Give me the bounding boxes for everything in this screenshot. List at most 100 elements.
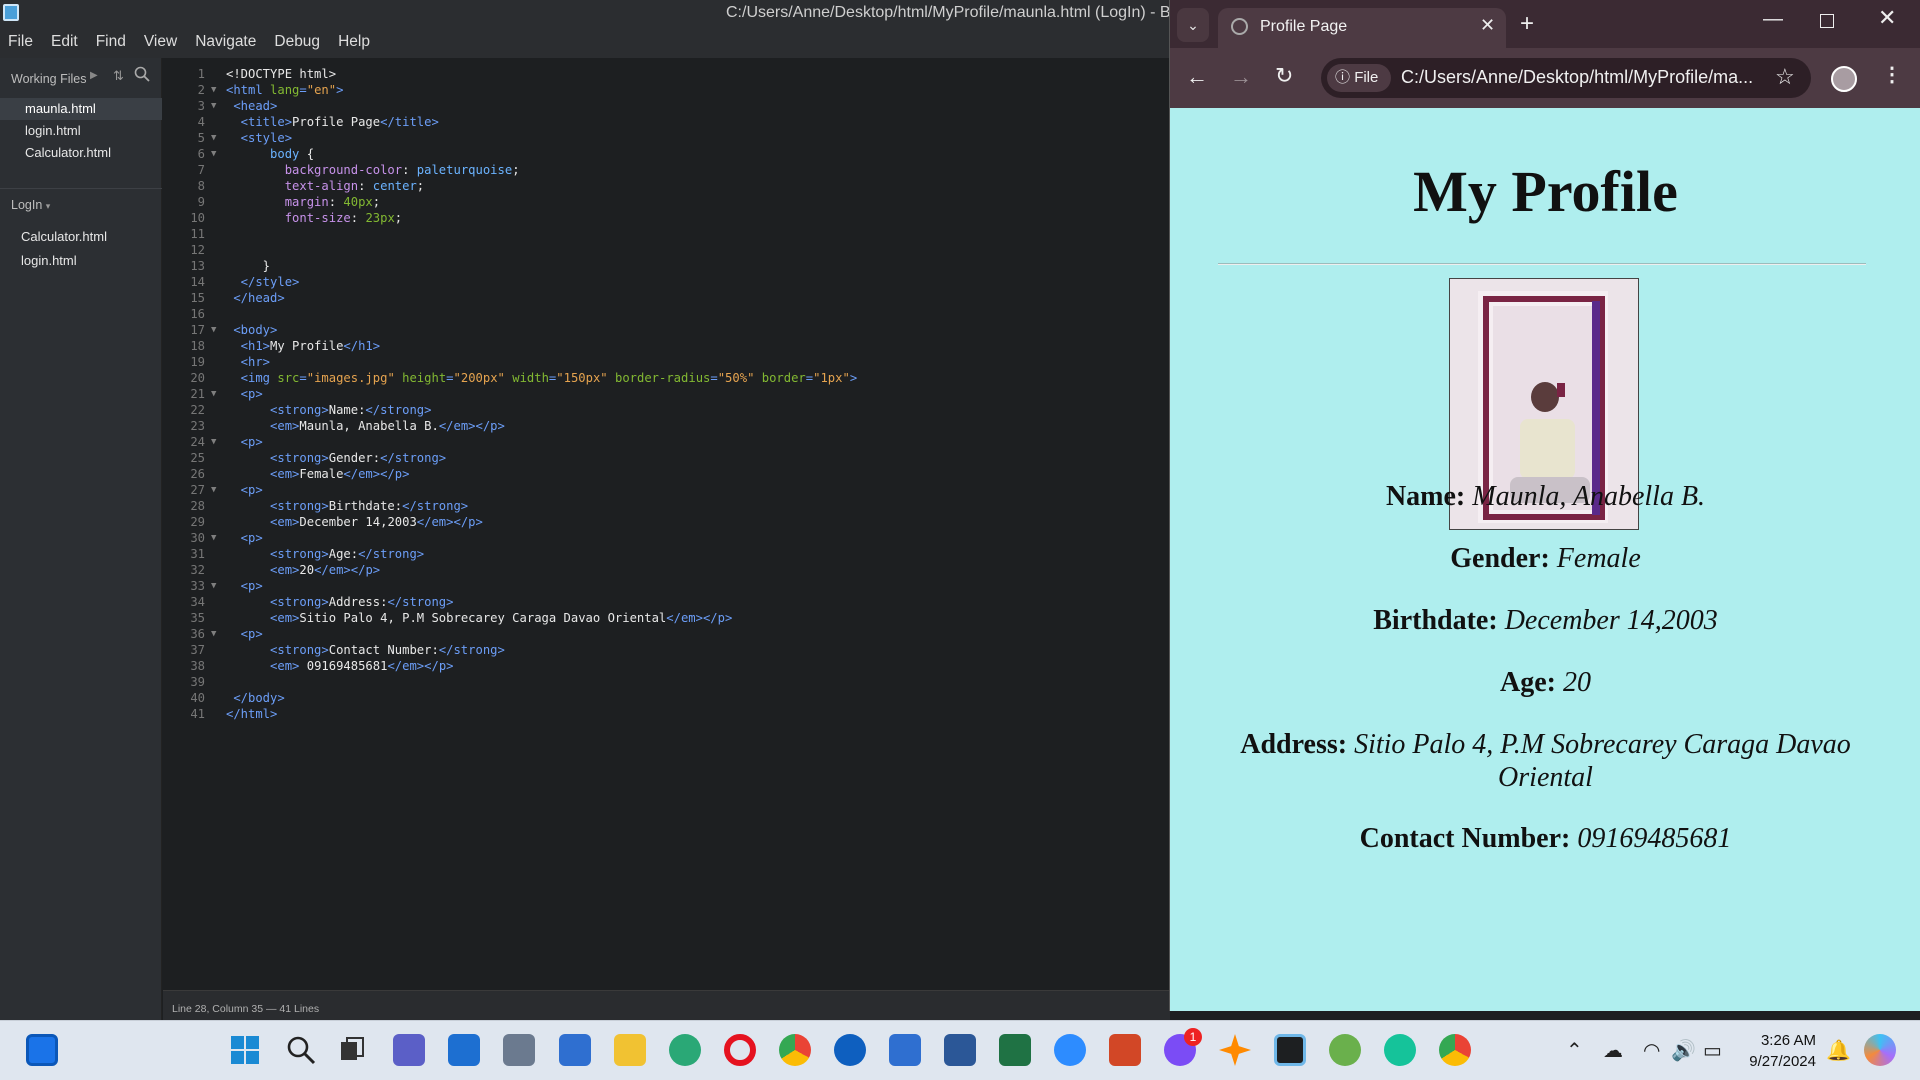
- working-file-item[interactable]: login.html: [0, 120, 162, 142]
- menu-debug[interactable]: Debug: [274, 33, 320, 51]
- edge-icon[interactable]: [669, 1034, 701, 1066]
- meet-icon[interactable]: [393, 1034, 425, 1066]
- wifi-icon[interactable]: ◠: [1643, 1038, 1660, 1063]
- start-icon[interactable]: [229, 1034, 261, 1066]
- code-line[interactable]: 41 </html>: [163, 706, 1170, 722]
- site-info-chip[interactable]: ⓘ File: [1327, 64, 1391, 92]
- word-icon[interactable]: [944, 1034, 976, 1066]
- sort-icon[interactable]: ⇅: [113, 68, 124, 84]
- fold-arrow-icon[interactable]: ▼: [211, 386, 216, 402]
- code-line[interactable]: 23 <em>Maunla, Anabella B.</em></p>: [163, 418, 1170, 434]
- close-tab-icon[interactable]: ✕: [1480, 15, 1495, 36]
- project-file-item[interactable]: login.html: [0, 250, 162, 272]
- code-line[interactable]: 10 font-size: 23px;: [163, 210, 1170, 226]
- menu-navigate[interactable]: Navigate: [195, 33, 256, 51]
- code-line[interactable]: 12: [163, 242, 1170, 258]
- code-line[interactable]: 15 </head>: [163, 290, 1170, 306]
- code-line[interactable]: 26 <em>Female</em></p>: [163, 466, 1170, 482]
- code-line[interactable]: 17 ▼ <body>: [163, 322, 1170, 338]
- code-line[interactable]: 4 <title>Profile Page</title>: [163, 114, 1170, 130]
- menu-file[interactable]: File: [8, 33, 33, 51]
- clock-time[interactable]: 3:26 AM: [1756, 1032, 1816, 1049]
- battery-icon[interactable]: ▭: [1703, 1038, 1722, 1063]
- code-line[interactable]: 30 ▼ <p>: [163, 530, 1170, 546]
- calculator-icon[interactable]: [503, 1034, 535, 1066]
- clock-date[interactable]: 9/27/2024: [1736, 1053, 1816, 1070]
- code-line[interactable]: 31 <strong>Age:</strong>: [163, 546, 1170, 562]
- code-line[interactable]: 3 ▼ <head>: [163, 98, 1170, 114]
- project-header[interactable]: LogIn ▾: [11, 198, 50, 212]
- fold-arrow-icon[interactable]: ▼: [211, 626, 216, 642]
- chevron-up-icon[interactable]: ⌃: [1566, 1038, 1583, 1063]
- code-line[interactable]: 21 ▼ <p>: [163, 386, 1170, 402]
- powerpoint-icon[interactable]: [1109, 1034, 1141, 1066]
- code-line[interactable]: 6 ▼ body {: [163, 146, 1170, 162]
- code-line[interactable]: 35 <em>Sitio Palo 4, P.M Sobrecarey Cara…: [163, 610, 1170, 626]
- fold-arrow-icon[interactable]: ▼: [211, 130, 216, 146]
- code-line[interactable]: 7 background-color: paleturquoise;: [163, 162, 1170, 178]
- menu-find[interactable]: Find: [96, 33, 126, 51]
- volume-icon[interactable]: 🔊: [1671, 1038, 1696, 1063]
- code-line[interactable]: 34 <strong>Address:</strong>: [163, 594, 1170, 610]
- code-line[interactable]: 11: [163, 226, 1170, 242]
- fold-arrow-icon[interactable]: ▼: [211, 82, 216, 98]
- app-star-icon[interactable]: [1219, 1034, 1251, 1066]
- project-file-item[interactable]: Calculator.html: [0, 226, 162, 248]
- code-line[interactable]: 1 <!DOCTYPE html>: [163, 66, 1170, 82]
- code-line[interactable]: 22 <strong>Name:</strong>: [163, 402, 1170, 418]
- vpn-icon[interactable]: [1329, 1034, 1361, 1066]
- fold-arrow-icon[interactable]: ▼: [211, 482, 216, 498]
- url-text[interactable]: C:/Users/Anne/Desktop/html/MyProfile/ma.…: [1401, 67, 1771, 88]
- search-icon[interactable]: [285, 1034, 317, 1066]
- search-icon[interactable]: [134, 66, 150, 82]
- brackets-icon[interactable]: [1274, 1034, 1306, 1066]
- chrome-icon[interactable]: [779, 1034, 811, 1066]
- code-line[interactable]: 29 <em>December 14,2003</em></p>: [163, 514, 1170, 530]
- mail-icon[interactable]: [889, 1034, 921, 1066]
- code-line[interactable]: 25 <strong>Gender:</strong>: [163, 450, 1170, 466]
- code-line[interactable]: 18 <h1>My Profile</h1>: [163, 338, 1170, 354]
- widgets-icon[interactable]: [26, 1034, 58, 1066]
- code-line[interactable]: 39: [163, 674, 1170, 690]
- code-line[interactable]: 16: [163, 306, 1170, 322]
- cloud-icon[interactable]: ☁: [1603, 1038, 1623, 1063]
- fold-arrow-icon[interactable]: ▼: [211, 146, 216, 162]
- forward-arrow-icon[interactable]: →: [1230, 64, 1252, 90]
- working-file-item[interactable]: Calculator.html: [0, 142, 162, 164]
- more-menu-icon[interactable]: ⋮: [1882, 62, 1902, 87]
- code-line[interactable]: 2 ▼ <html lang="en">: [163, 82, 1170, 98]
- store-icon[interactable]: [448, 1034, 480, 1066]
- notification-bell-icon[interactable]: 🔔: [1826, 1038, 1851, 1063]
- close-window-icon[interactable]: ✕: [1878, 5, 1896, 31]
- menu-view[interactable]: View: [144, 33, 177, 51]
- menu-edit[interactable]: Edit: [51, 33, 78, 51]
- fold-arrow-icon[interactable]: ▼: [211, 434, 216, 450]
- file-explorer-icon[interactable]: [614, 1034, 646, 1066]
- fold-arrow-icon[interactable]: ▼: [211, 530, 216, 546]
- fold-arrow-icon[interactable]: ▼: [211, 98, 216, 114]
- code-line[interactable]: 40 </body>: [163, 690, 1170, 706]
- code-line[interactable]: 14 </style>: [163, 274, 1170, 290]
- code-line[interactable]: 8 text-align: center;: [163, 178, 1170, 194]
- code-line[interactable]: 33 ▼ <p>: [163, 578, 1170, 594]
- maximize-icon[interactable]: [1820, 14, 1834, 28]
- excel-icon[interactable]: [999, 1034, 1031, 1066]
- working-file-item[interactable]: maunla.html: [0, 98, 162, 120]
- tab-search-chevron-icon[interactable]: ⌄: [1177, 8, 1209, 42]
- code-line[interactable]: 36 ▼ <p>: [163, 626, 1170, 642]
- code-line[interactable]: 13 }: [163, 258, 1170, 274]
- code-line[interactable]: 24 ▼ <p>: [163, 434, 1170, 450]
- bookmark-star-icon[interactable]: ☆: [1775, 64, 1795, 90]
- messenger-icon[interactable]: 1: [1164, 1028, 1202, 1066]
- notepad-icon[interactable]: [559, 1034, 591, 1066]
- profile-avatar[interactable]: [1831, 66, 1857, 92]
- new-tab-icon[interactable]: +: [1520, 10, 1534, 38]
- code-line[interactable]: 28 <strong>Birthdate:</strong>: [163, 498, 1170, 514]
- code-line[interactable]: 27 ▼ <p>: [163, 482, 1170, 498]
- address-bar[interactable]: ⓘ File C:/Users/Anne/Desktop/html/MyProf…: [1321, 58, 1811, 98]
- minimize-icon[interactable]: —: [1763, 8, 1783, 31]
- code-line[interactable]: 9 margin: 40px;: [163, 194, 1170, 210]
- opera-icon[interactable]: [724, 1034, 756, 1066]
- menu-help[interactable]: Help: [338, 33, 370, 51]
- reload-icon[interactable]: ↻: [1275, 63, 1293, 89]
